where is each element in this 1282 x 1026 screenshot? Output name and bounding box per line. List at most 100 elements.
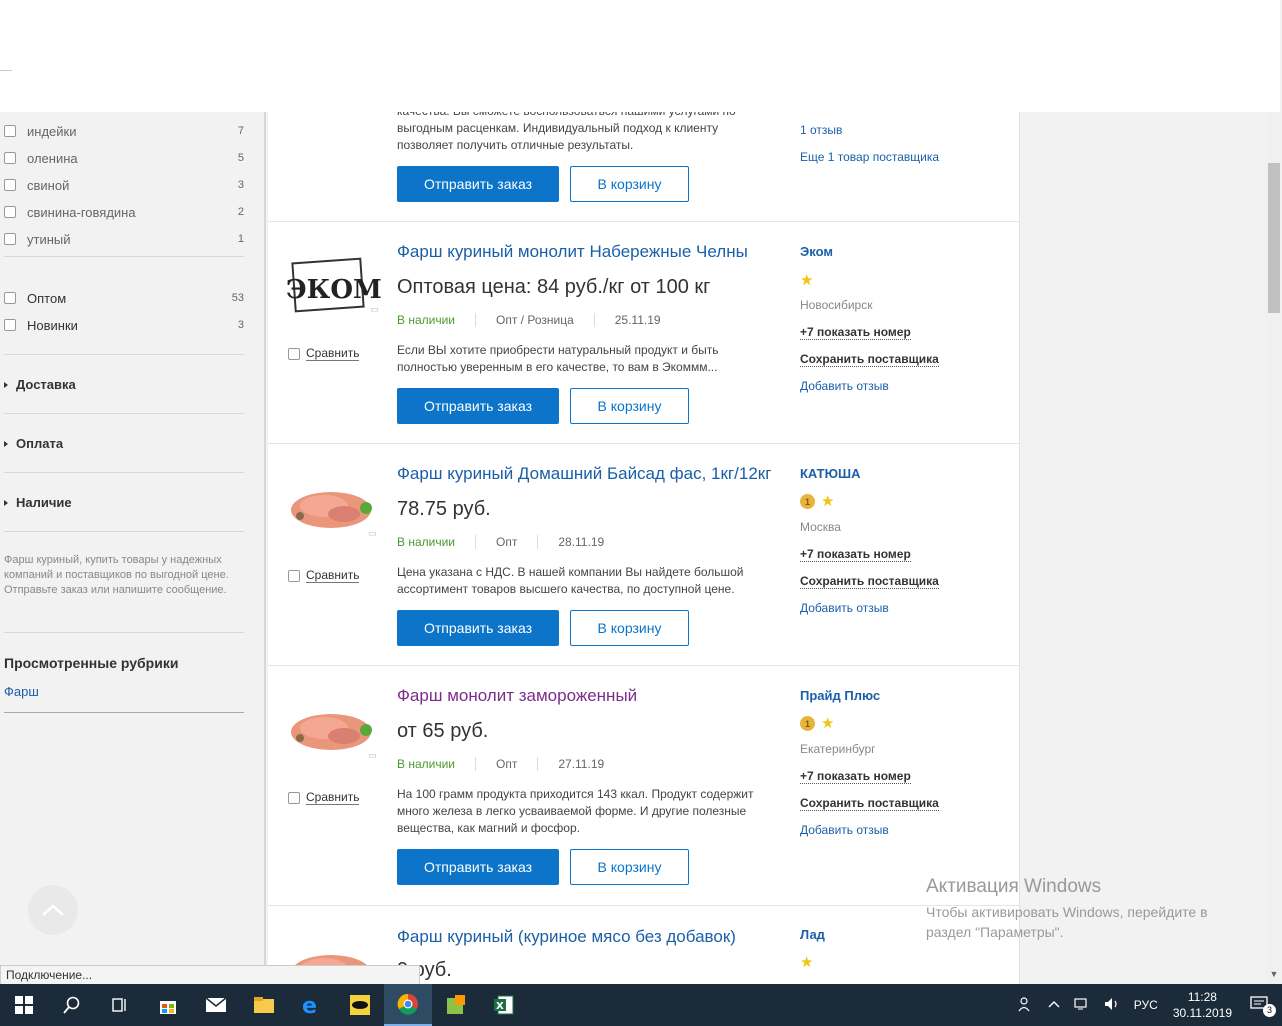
batman-app-icon[interactable] (336, 984, 384, 1026)
svg-text:X: X (496, 1001, 504, 1012)
send-order-button[interactable]: Отправить заказ (397, 166, 559, 202)
chrome-icon[interactable] (384, 984, 432, 1026)
supplier-rating: 1 ★ (800, 716, 834, 731)
add-to-cart-button[interactable]: В корзину (570, 388, 689, 424)
supplier-name-link[interactable]: Прайд Плюс (800, 688, 880, 703)
divider (4, 531, 244, 532)
filter-checkbox[interactable] (4, 125, 16, 137)
filter-svinoy[interactable]: свиной 3 (4, 175, 244, 195)
clock[interactable]: 11:28 30.11.2019 (1165, 989, 1240, 1021)
scrollbar-thumb[interactable] (1268, 163, 1280, 313)
filter-utiny[interactable]: утиный 1 (4, 229, 244, 249)
people-icon[interactable] (1011, 996, 1041, 1015)
scroll-down-arrow-icon[interactable]: ▼ (1266, 966, 1282, 982)
product-title-link[interactable]: Фарш куриный Домашний Байсад фас, 1кг/12… (397, 464, 771, 484)
compare-checkbox[interactable] (288, 791, 300, 804)
more-products-link[interactable]: Еще 1 товар поставщика (800, 150, 939, 164)
mail-icon[interactable] (192, 984, 240, 1026)
supplier-name-link[interactable]: Лад (800, 927, 825, 942)
product-thumbnail[interactable]: ▭ (286, 468, 381, 543)
filter-sidebar: индейки 7 оленина 5 свиной 3 свинина-говяди… (0, 112, 266, 984)
add-to-cart-button[interactable]: В корзину (570, 849, 689, 885)
top-bar-left (0, 0, 12, 112)
compare-toggle[interactable]: Сравнить (288, 790, 360, 805)
filter-checkbox[interactable] (4, 292, 16, 304)
chevron-up-icon[interactable] (1041, 998, 1067, 1012)
show-phone-link[interactable]: +7 показать номер (800, 547, 911, 562)
star-icon: ★ (821, 715, 835, 732)
save-supplier-link[interactable]: Сохранить поставщика (800, 352, 939, 367)
product-thumbnail[interactable]: ▭ (286, 690, 381, 765)
viewed-link-farsh[interactable]: Фарш (4, 684, 39, 699)
search-icon[interactable] (48, 984, 96, 1026)
product-title-link[interactable]: Фарш куриный (куриное мясо без добавок) (397, 927, 736, 947)
filter-checkbox[interactable] (4, 319, 16, 331)
compare-toggle[interactable]: Сравнить (288, 346, 360, 361)
windows-logo-icon (15, 996, 33, 1014)
product-card: качества. Вы сможете воспользоваться наш… (268, 112, 1019, 222)
notifications-icon[interactable]: 3 (1240, 995, 1282, 1017)
supplier-rating: ★ (800, 955, 813, 970)
reviews-link[interactable]: 1 отзыв (800, 123, 842, 137)
product-list: качества. Вы сможете воспользоваться наш… (268, 112, 1020, 984)
page-header-overlay (12, 0, 1280, 112)
section-availability[interactable]: Наличие (4, 495, 72, 510)
send-order-button[interactable]: Отправить заказ (397, 849, 559, 885)
product-price: от 65 руб. (397, 720, 489, 742)
filter-checkbox[interactable] (4, 206, 16, 218)
chevron-up-icon (42, 904, 64, 916)
divider (0, 70, 12, 71)
category-description: Фарш куриный, купить товары у надежных к… (4, 554, 229, 596)
product-price: Оптовая цена: 84 руб./кг от 100 кг (397, 276, 711, 298)
product-card: ЭКОМ ▭ Сравнить Фарш куриный монолит Наб… (268, 222, 1019, 444)
compare-checkbox[interactable] (288, 569, 300, 582)
browser-status-bar: Подключение... (0, 965, 420, 985)
product-thumbnail-logo[interactable]: ЭКОМ ▭ (286, 246, 382, 321)
scroll-to-top-button[interactable] (28, 885, 78, 935)
filter-optom[interactable]: Оптом 53 (4, 288, 244, 308)
maps-app-icon[interactable] (432, 984, 480, 1026)
star-icon: ★ (800, 272, 814, 289)
show-phone-link[interactable]: +7 показать номер (800, 325, 911, 340)
save-supplier-link[interactable]: Сохранить поставщика (800, 574, 939, 589)
section-payment[interactable]: Оплата (4, 436, 63, 451)
supplier-name-link[interactable]: Эком (800, 244, 833, 259)
add-review-link[interactable]: Добавить отзыв (800, 379, 889, 393)
system-tray: РУС 11:28 30.11.2019 3 (1011, 984, 1282, 1026)
add-review-link[interactable]: Добавить отзыв (800, 823, 889, 837)
filter-checkbox[interactable] (4, 179, 16, 191)
product-card: ▭ Сравнить Фарш куриный Домашний Байсад … (268, 444, 1019, 666)
save-supplier-link[interactable]: Сохранить поставщика (800, 796, 939, 811)
product-title-link[interactable]: Фарш монолит замороженный (397, 686, 637, 706)
compare-toggle[interactable]: Сравнить (288, 568, 360, 583)
filter-novinki[interactable]: Новинки 3 (4, 315, 244, 335)
filter-svinina-govyadina[interactable]: свинина-говядина 2 (4, 202, 244, 222)
section-delivery[interactable]: Доставка (4, 377, 76, 392)
add-review-link[interactable]: Добавить отзыв (800, 601, 889, 615)
task-view-icon[interactable] (96, 984, 144, 1026)
supplier-rating: ★ (800, 273, 813, 288)
send-order-button[interactable]: Отправить заказ (397, 610, 559, 646)
supplier-name-link[interactable]: КАТЮША (800, 466, 860, 481)
product-title-link[interactable]: Фарш куриный монолит Набережные Челны (397, 242, 748, 262)
send-order-button[interactable]: Отправить заказ (397, 388, 559, 424)
add-to-cart-button[interactable]: В корзину (570, 166, 689, 202)
filter-checkbox[interactable] (4, 152, 16, 164)
filter-checkbox[interactable] (4, 233, 16, 245)
edge-browser-icon[interactable]: e (288, 984, 336, 1026)
volume-icon[interactable] (1097, 997, 1127, 1014)
product-meta: В наличии Опт 28.11.19 (397, 535, 605, 549)
divider (4, 632, 244, 633)
file-explorer-icon[interactable] (240, 984, 288, 1026)
store-icon[interactable] (144, 984, 192, 1026)
network-icon[interactable] (1067, 997, 1097, 1014)
compare-checkbox[interactable] (288, 347, 300, 360)
excel-icon[interactable]: X (480, 984, 528, 1026)
add-to-cart-button[interactable]: В корзину (570, 610, 689, 646)
star-icon: ★ (800, 954, 814, 971)
filter-indeyki[interactable]: индейки 7 (4, 121, 244, 141)
language-indicator[interactable]: РУС (1127, 998, 1165, 1012)
start-button[interactable] (0, 984, 48, 1026)
filter-olenina[interactable]: оленина 5 (4, 148, 244, 168)
show-phone-link[interactable]: +7 показать номер (800, 769, 911, 784)
